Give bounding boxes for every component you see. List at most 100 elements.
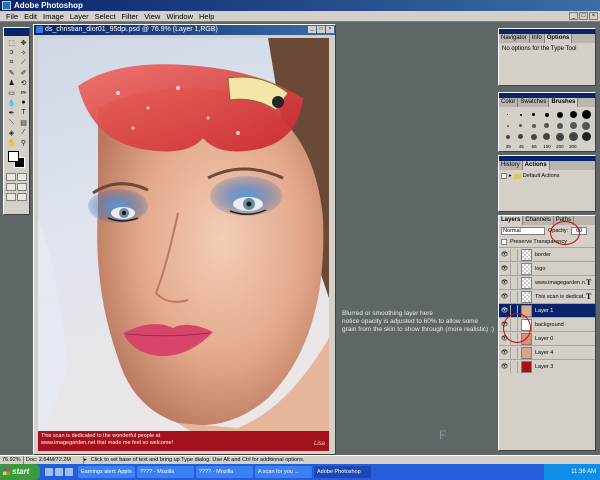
quick-launch-icon[interactable] xyxy=(55,468,63,476)
airbrush-tool-icon[interactable]: ✎ xyxy=(6,68,17,77)
marquee-tool-icon[interactable]: ⬚ xyxy=(6,38,17,47)
menu-file[interactable]: File xyxy=(3,12,21,21)
paint-bucket-tool-icon[interactable]: ◈ xyxy=(6,128,17,137)
clone-stamp-tool-icon[interactable]: ♟ xyxy=(6,78,17,87)
brush-preset[interactable] xyxy=(568,110,579,119)
move-tool-icon[interactable]: ✥ xyxy=(18,38,29,47)
toolbox-header[interactable] xyxy=(4,28,29,36)
blend-mode-select[interactable]: Normal xyxy=(501,227,545,235)
visibility-eye-icon[interactable]: 👁 xyxy=(499,349,510,356)
taskbar-item[interactable]: ???? - Mozilla xyxy=(137,466,194,478)
menu-view[interactable]: View xyxy=(141,12,163,21)
brush-preset[interactable] xyxy=(528,132,539,141)
jump-to-imageready-button[interactable] xyxy=(6,193,16,201)
maximize-button[interactable]: □ xyxy=(579,12,588,20)
taskbar-item[interactable]: Earnings alert: Apple ... xyxy=(78,466,135,478)
brush-preset[interactable] xyxy=(502,110,513,119)
visibility-eye-icon[interactable]: 👁 xyxy=(499,363,510,370)
layer-link-slot[interactable] xyxy=(510,276,518,289)
doc-close-button[interactable]: × xyxy=(326,26,334,33)
layer-link-slot[interactable] xyxy=(510,346,518,359)
tab-layers[interactable]: Layers xyxy=(499,216,524,225)
brush-preset[interactable] xyxy=(541,110,552,119)
layer-row[interactable]: 👁 www.imagegarden.n... T xyxy=(499,275,595,289)
magic-wand-tool-icon[interactable]: ✧ xyxy=(18,48,29,57)
screen-mode-full-button[interactable] xyxy=(17,183,27,191)
lasso-tool-icon[interactable]: ↄ xyxy=(6,48,17,57)
blur-tool-icon[interactable]: 💧 xyxy=(6,98,17,107)
document-titlebar[interactable]: ds_christian_dior01_95dpi.psd @ 76.9% (L… xyxy=(34,25,335,35)
menu-select[interactable]: Select xyxy=(92,12,119,21)
brush-preset[interactable] xyxy=(555,110,566,119)
brush-preset[interactable] xyxy=(581,121,592,130)
clock[interactable]: 11:36 AM xyxy=(571,469,596,475)
brush-preset[interactable] xyxy=(541,132,552,141)
standard-mode-button[interactable] xyxy=(6,173,16,181)
layer-link-slot[interactable] xyxy=(510,290,518,303)
brush-preset[interactable] xyxy=(541,121,552,130)
expand-triangle-icon[interactable]: ▸ xyxy=(509,173,512,179)
menu-image[interactable]: Image xyxy=(40,12,67,21)
menu-help[interactable]: Help xyxy=(196,12,217,21)
measure-tool-icon[interactable]: ⟍ xyxy=(6,118,17,127)
quick-mask-button[interactable] xyxy=(17,173,27,181)
layer-link-slot[interactable] xyxy=(510,248,518,261)
brush-preset[interactable] xyxy=(502,132,513,141)
history-brush-tool-icon[interactable]: ⟲ xyxy=(18,78,29,87)
tab-options[interactable]: Options xyxy=(544,34,573,43)
layer-row[interactable]: 👁 Layer 4 xyxy=(499,345,595,359)
preserve-transparency-checkbox[interactable] xyxy=(501,239,507,245)
type-tool-icon[interactable]: T xyxy=(18,108,29,117)
visibility-eye-icon[interactable]: 👁 xyxy=(499,293,510,300)
layer-link-slot[interactable] xyxy=(510,262,518,275)
brush-preset[interactable] xyxy=(555,132,566,141)
layer-row[interactable]: 👁 border xyxy=(499,247,595,261)
menu-layer[interactable]: Layer xyxy=(67,12,92,21)
layer-row[interactable]: 👁 logo xyxy=(499,261,595,275)
tab-history[interactable]: History xyxy=(499,161,523,170)
brush-preset[interactable] xyxy=(581,132,592,141)
canvas-image[interactable]: This scan is dedicated to the wonderful … xyxy=(38,38,329,451)
start-button[interactable]: start xyxy=(0,464,40,480)
taskbar-item-active[interactable]: Adobe Photoshop xyxy=(314,466,371,478)
tab-swatches[interactable]: Swatches xyxy=(518,98,550,107)
gradient-tool-icon[interactable]: ▤ xyxy=(18,118,29,127)
brush-preset[interactable] xyxy=(502,121,513,130)
visibility-eye-icon[interactable]: 👁 xyxy=(499,307,510,314)
zoom-tool-icon[interactable]: ⚲ xyxy=(18,138,29,147)
screen-mode-standard-button[interactable] xyxy=(6,183,16,191)
tab-color[interactable]: Color xyxy=(499,98,519,107)
crop-tool-icon[interactable]: ⌗ xyxy=(6,58,17,67)
action-toggle-checkbox[interactable] xyxy=(501,173,507,179)
taskbar-item[interactable]: ???? - Mozilla xyxy=(196,466,253,478)
taskbar-item[interactable]: A scan for you ... xyxy=(255,466,312,478)
tab-actions[interactable]: Actions xyxy=(522,161,550,170)
paintbrush-tool-icon[interactable]: ✐ xyxy=(18,68,29,77)
visibility-eye-icon[interactable]: 👁 xyxy=(499,279,510,286)
close-button[interactable]: × xyxy=(589,12,598,20)
foreground-color-swatch[interactable] xyxy=(8,151,19,162)
brush-preset[interactable] xyxy=(515,110,526,119)
brush-preset[interactable] xyxy=(515,132,526,141)
tab-info[interactable]: Info xyxy=(530,34,545,43)
tab-navigator[interactable]: Navigator xyxy=(499,34,530,43)
pencil-tool-icon[interactable]: ✏ xyxy=(18,88,29,97)
quick-launch-icon[interactable] xyxy=(65,468,73,476)
menu-filter[interactable]: Filter xyxy=(119,12,142,21)
doc-minimize-button[interactable]: _ xyxy=(308,26,316,33)
visibility-eye-icon[interactable]: 👁 xyxy=(499,265,510,272)
hand-tool-icon[interactable]: ✋ xyxy=(6,138,17,147)
layer-row[interactable]: 👁 This scan is dedicat... T xyxy=(499,289,595,303)
tab-channels[interactable]: Channels xyxy=(523,216,554,225)
menu-window[interactable]: Window xyxy=(163,12,196,21)
brush-preset[interactable] xyxy=(528,110,539,119)
action-set-row[interactable]: ▸ Default Actions xyxy=(499,172,595,180)
tab-brushes[interactable]: Brushes xyxy=(549,98,579,107)
dodge-tool-icon[interactable]: ● xyxy=(18,98,29,107)
doc-maximize-button[interactable]: □ xyxy=(317,26,325,33)
minimize-button[interactable]: _ xyxy=(569,12,578,20)
eraser-tool-icon[interactable]: ▭ xyxy=(6,88,17,97)
brush-preset[interactable] xyxy=(568,121,579,130)
layer-link-slot[interactable] xyxy=(510,360,518,373)
layer-row[interactable]: 👁 Layer 3 xyxy=(499,359,595,373)
